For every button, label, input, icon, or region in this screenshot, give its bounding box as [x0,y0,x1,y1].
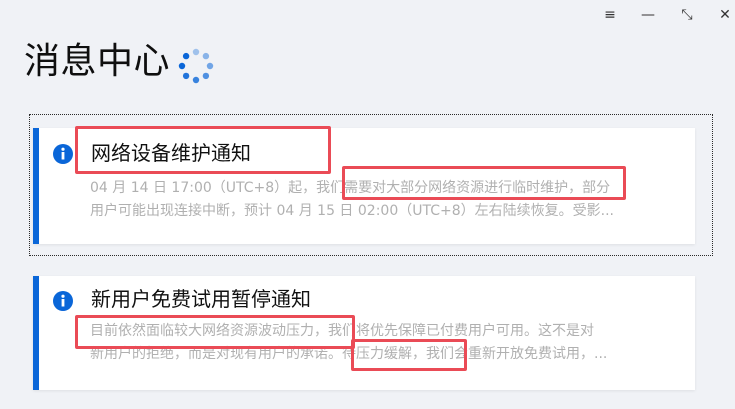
close-icon[interactable]: ✕ [713,6,735,24]
menu-icon[interactable]: ≡ [598,6,622,24]
card-accent-bar [33,276,39,390]
notification-body-line: 目前依然面临较大网络资源波动压力，我们将优先保障已付费用户可用。这不是对 [90,323,594,339]
notification-card[interactable]: 网络设备维护通知 04 月 14 日 17:00（UTC+8）起，我们需要对大部… [33,128,695,244]
loading-spinner-icon [178,48,214,84]
notification-body-line: 04 月 14 日 17:00（UTC+8）起，我们需要对大部分网络资源进行临时… [90,180,611,196]
notification-body-line: 用户可能出现连接中断，预计 04 月 15 日 02:00（UTC+8）左右陆续… [90,203,614,219]
notification-body: 目前依然面临较大网络资源波动压力，我们将优先保障已付费用户可用。这不是对 新用户… [90,320,662,366]
page-title: 消息中心 [24,41,171,82]
notification-body: 04 月 14 日 17:00（UTC+8）起，我们需要对大部分网络资源进行临时… [90,177,662,223]
notification-body-line: 新用户的拒绝，而是对现有用户的承诺。待压力缓解，我们会重新开放免费试用，... [90,346,608,362]
minimize-icon[interactable]: — [636,6,660,24]
info-icon [53,291,73,311]
notification-title: 网络设备维护通知 [91,141,251,165]
notification-title: 新用户免费试用暂停通知 [91,287,311,311]
notification-card[interactable]: 新用户免费试用暂停通知 目前依然面临较大网络资源波动压力，我们将优先保障已付费用… [33,276,695,390]
card-accent-bar [33,128,39,244]
info-icon [53,144,73,164]
restore-icon[interactable]: ⤡ [675,6,699,24]
